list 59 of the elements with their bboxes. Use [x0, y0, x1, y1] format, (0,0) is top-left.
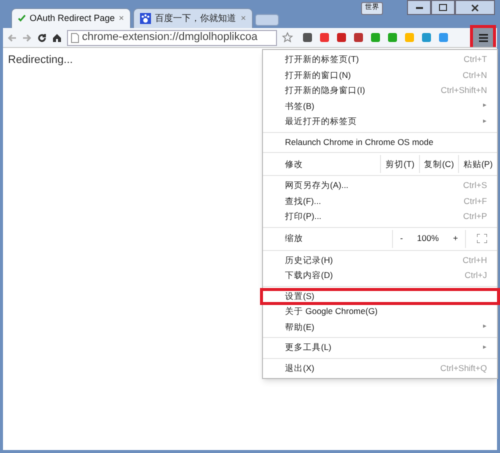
shortcut-text: Ctrl+J	[464, 269, 487, 282]
shortcut-text: Ctrl+P	[463, 210, 487, 224]
page-text: Redirecting...	[8, 53, 73, 68]
menu-item[interactable]: 打开新的标签页(T) Ctrl+T	[263, 52, 497, 68]
home-icon[interactable]	[52, 32, 62, 42]
paw-icon	[140, 13, 151, 24]
back-icon[interactable]	[7, 32, 17, 42]
extension-icon[interactable]	[387, 32, 398, 43]
menu-item[interactable]: 历史记录(H) Ctrl+H	[263, 252, 497, 268]
extension-icon[interactable]	[336, 32, 347, 43]
menu-button[interactable]	[473, 28, 493, 48]
zoom-in-button[interactable]: +	[452, 232, 458, 245]
shortcut-text: Ctrl+Shift+N	[440, 84, 487, 98]
edit-button[interactable]: 剪切(T)	[380, 155, 419, 173]
menu-item[interactable]: Relaunch Chrome in Chrome OS mode	[263, 134, 497, 150]
extension-icon[interactable]	[370, 32, 381, 43]
edit-button[interactable]: 粘贴(P)	[458, 155, 497, 173]
browser-tab[interactable]: 百度一下，你就知道 ×	[133, 8, 253, 28]
extension-icon[interactable]	[421, 32, 432, 43]
browser-tab[interactable]: OAuth Redirect Page ×	[11, 8, 131, 28]
shortcut-text: Ctrl+T	[464, 53, 487, 66]
menu-item[interactable]: 打开新的隐身窗口(I) Ctrl+Shift+N	[263, 83, 497, 98]
shortcut-text: Ctrl+Shift+Q	[440, 362, 487, 375]
shortcut-text: Ctrl+F	[464, 194, 487, 208]
menu-label: 修改	[284, 158, 304, 171]
menu-item[interactable]: 关于 Google Chrome(G)	[263, 304, 497, 320]
maximize-icon	[439, 4, 447, 11]
menu-item[interactable]: 设置(S)	[261, 288, 499, 304]
page-icon	[71, 32, 79, 42]
close-window-button[interactable]	[455, 0, 495, 15]
menu-item[interactable]: 查找(F)... Ctrl+F	[263, 194, 497, 209]
extension-icon[interactable]	[353, 32, 364, 43]
reload-icon[interactable]	[37, 32, 47, 42]
menu-label: 缩放	[284, 232, 304, 246]
new-tab-button[interactable]	[255, 14, 279, 26]
check-icon	[18, 13, 26, 24]
fullscreen-icon	[476, 234, 486, 243]
shortcut-text: Ctrl+H	[462, 254, 487, 267]
star-icon[interactable]	[282, 32, 293, 43]
shortcut-text: Ctrl+N	[462, 68, 487, 82]
minimize-icon	[416, 6, 422, 9]
edit-button[interactable]: 复制(C)	[419, 155, 458, 173]
extension-icon[interactable]	[302, 32, 313, 43]
menu-item[interactable]: 网页另存为(A)... Ctrl+S	[263, 178, 497, 194]
menu-item[interactable]: 打开新的窗口(N) Ctrl+N	[263, 68, 497, 83]
address-field[interactable]: chrome-extension://dmglolhoplikcoa	[67, 30, 277, 46]
close-icon[interactable]: ×	[118, 12, 124, 26]
forward-icon[interactable]	[22, 32, 32, 42]
menu-item[interactable]: 退出(X) Ctrl+Shift+Q	[263, 360, 497, 376]
shortcut-text: Ctrl+S	[463, 179, 487, 192]
menu-icon	[478, 34, 488, 42]
zoom-value: 100%	[417, 232, 439, 245]
close-icon	[471, 4, 479, 12]
menu-item[interactable]: 打印(P)... Ctrl+P	[263, 209, 497, 224]
zoom-out-button[interactable]: -	[400, 232, 403, 245]
maximize-button[interactable]	[431, 0, 455, 15]
extension-icon[interactable]	[319, 32, 330, 43]
menu-item[interactable]: 下载内容(D) Ctrl+J	[263, 268, 497, 284]
minimize-button[interactable]	[407, 0, 431, 15]
